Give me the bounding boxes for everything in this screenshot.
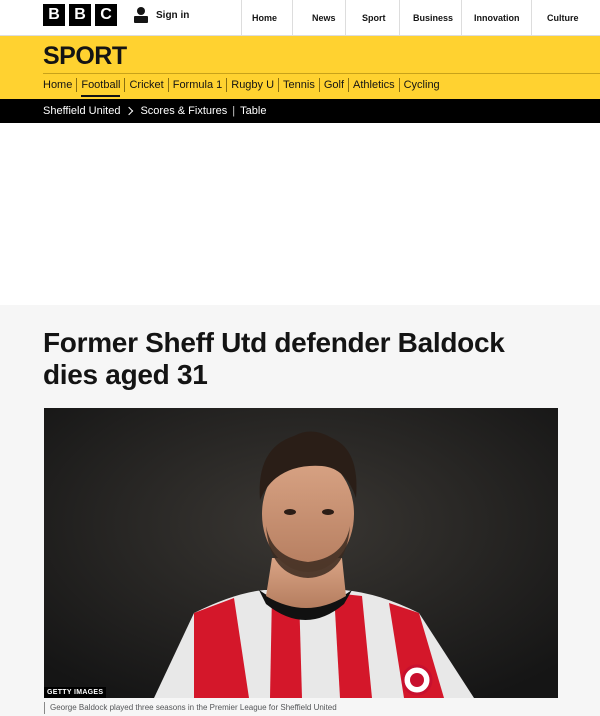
person-icon bbox=[132, 6, 150, 24]
bbc-logo[interactable]: B B C bbox=[43, 4, 117, 26]
article-headline: Former Sheff Utd defender Baldock dies a… bbox=[43, 327, 505, 390]
global-header: B B C Sign in Home News Sport Business I… bbox=[0, 0, 600, 36]
sport-divider bbox=[43, 73, 600, 74]
advert-slot bbox=[0, 123, 600, 305]
image-credit: GETTY IMAGES bbox=[44, 687, 107, 698]
logo-letter-c: C bbox=[95, 4, 117, 26]
article-hero-image: GETTY IMAGES bbox=[44, 408, 558, 698]
sport-nav-formula-1[interactable]: Formula 1 bbox=[169, 78, 228, 92]
global-nav-innovation[interactable]: Innovation bbox=[461, 0, 531, 36]
sport-nav-cricket[interactable]: Cricket bbox=[125, 78, 169, 92]
global-nav: Home News Sport Business Innovation Cult… bbox=[241, 0, 600, 36]
global-nav-sport[interactable]: Sport bbox=[345, 0, 399, 36]
sport-title[interactable]: SPORT bbox=[43, 42, 127, 71]
global-nav-business[interactable]: Business bbox=[399, 0, 461, 36]
section-nav-team[interactable]: Sheffield United bbox=[43, 105, 120, 117]
image-caption: George Baldock played three seasons in t… bbox=[44, 702, 337, 714]
sport-nav-home[interactable]: Home bbox=[43, 78, 78, 92]
logo-letter-b1: B bbox=[43, 4, 65, 26]
section-nav-scores-fixtures[interactable]: Scores & Fixtures bbox=[140, 105, 227, 117]
sport-nav-rugby-union[interactable]: Rugby U bbox=[227, 78, 280, 92]
sport-header: SPORT Home Football Cricket Formula 1 Ru… bbox=[0, 36, 600, 99]
signin-label: Sign in bbox=[156, 9, 190, 21]
section-nav-table[interactable]: Table bbox=[240, 105, 266, 117]
global-nav-culture[interactable]: Culture bbox=[531, 0, 600, 36]
global-nav-home[interactable]: Home bbox=[241, 0, 292, 36]
section-nav-separator: | bbox=[232, 105, 236, 117]
sport-nav-cycling[interactable]: Cycling bbox=[400, 78, 444, 92]
sport-nav-tennis[interactable]: Tennis bbox=[279, 78, 320, 92]
sport-nav-football[interactable]: Football bbox=[77, 78, 126, 97]
section-nav: Sheffield United Scores & Fixtures | Tab… bbox=[0, 99, 600, 123]
player-photo bbox=[44, 408, 558, 698]
signin-button[interactable]: Sign in bbox=[128, 5, 189, 25]
global-nav-news[interactable]: News bbox=[292, 0, 345, 36]
sport-nav: Home Football Cricket Formula 1 Rugby U … bbox=[43, 78, 444, 97]
logo-letter-b2: B bbox=[69, 4, 91, 26]
sport-nav-golf[interactable]: Golf bbox=[320, 78, 350, 92]
sport-nav-athletics[interactable]: Athletics bbox=[349, 78, 400, 92]
chevron-right-icon bbox=[125, 106, 134, 116]
article: Former Sheff Utd defender Baldock dies a… bbox=[0, 305, 600, 716]
